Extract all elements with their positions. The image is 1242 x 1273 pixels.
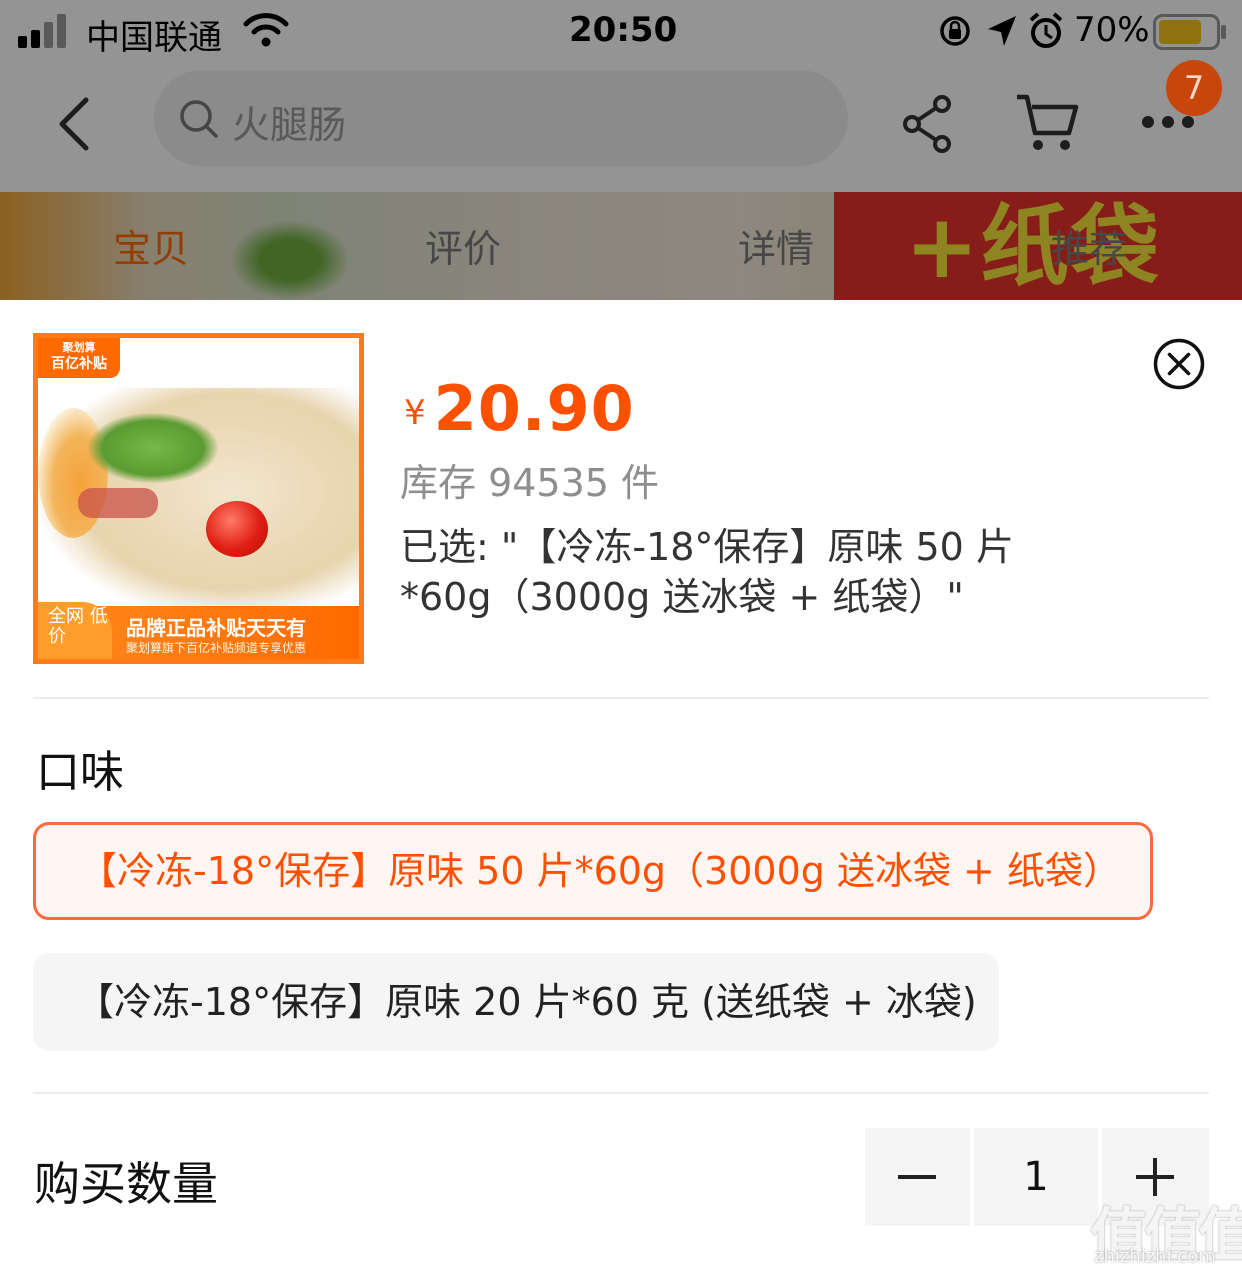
price-currency: ¥ [404, 393, 426, 433]
promo-main-text: 品牌正品补贴天天有 [126, 616, 306, 640]
cart-count-badge: 7 [1166, 60, 1222, 116]
selected-sku-label: 已选: "【冷冻-18°保存】原味 50 片 *60g（3000g 送冰袋 + … [400, 525, 1014, 619]
watermark-domain: zhizhizhi.com [1094, 1246, 1216, 1267]
product-thumbnail[interactable]: 聚划算 百亿补贴 全网 低价 品牌正品补贴天天有 聚划算旗下百亿补贴频道专享优惠 [33, 333, 364, 664]
divider [33, 1092, 1209, 1094]
minus-icon [898, 1175, 936, 1179]
thumbnail-promo-banner: 全网 低价 品牌正品补贴天天有 聚划算旗下百亿补贴频道专享优惠 [38, 602, 359, 659]
quantity-decrease-button[interactable] [865, 1128, 970, 1226]
subsidy-badge: 聚划算 百亿补贴 [38, 338, 120, 378]
background-page: +纸袋 宝贝 评价 详情 推荐 中国联通 20:50 70% 火腿肠 7 [0, 0, 1242, 300]
quantity-stepper[interactable]: 1 [974, 1128, 1098, 1226]
close-icon[interactable] [1153, 338, 1205, 390]
promo-sub-text: 聚划算旗下百亿补贴频道专享优惠 [126, 641, 307, 655]
subsidy-badge-line2: 百亿补贴 [51, 356, 107, 372]
flavor-option-50pcs[interactable]: 【冷冻-18°保存】原味 50 片*60g（3000g 送冰袋 + 纸袋） [33, 822, 1153, 920]
lowest-price-tag: 全网 低价 [38, 602, 112, 659]
quantity-value[interactable]: 1 [974, 1128, 1098, 1226]
price: ¥20.90 [404, 372, 635, 445]
modal-overlay[interactable] [0, 0, 1242, 300]
divider [33, 697, 1209, 699]
flavor-section-title: 口味 [36, 747, 124, 798]
price-value: 20.90 [433, 372, 635, 445]
sku-sheet: 聚划算 百亿补贴 全网 低价 品牌正品补贴天天有 聚划算旗下百亿补贴频道专享优惠… [0, 300, 1242, 1273]
flavor-option-20pcs[interactable]: 【冷冻-18°保存】原味 20 片*60 克 (送纸袋 + 冰袋) [33, 953, 999, 1051]
stock-label: 库存 94535 件 [400, 461, 660, 505]
subsidy-badge-line1: 聚划算 [62, 341, 96, 354]
quantity-title: 购买数量 [34, 1157, 218, 1211]
site-watermark: 值值值 zhizhizhi.com [1090, 1188, 1242, 1270]
